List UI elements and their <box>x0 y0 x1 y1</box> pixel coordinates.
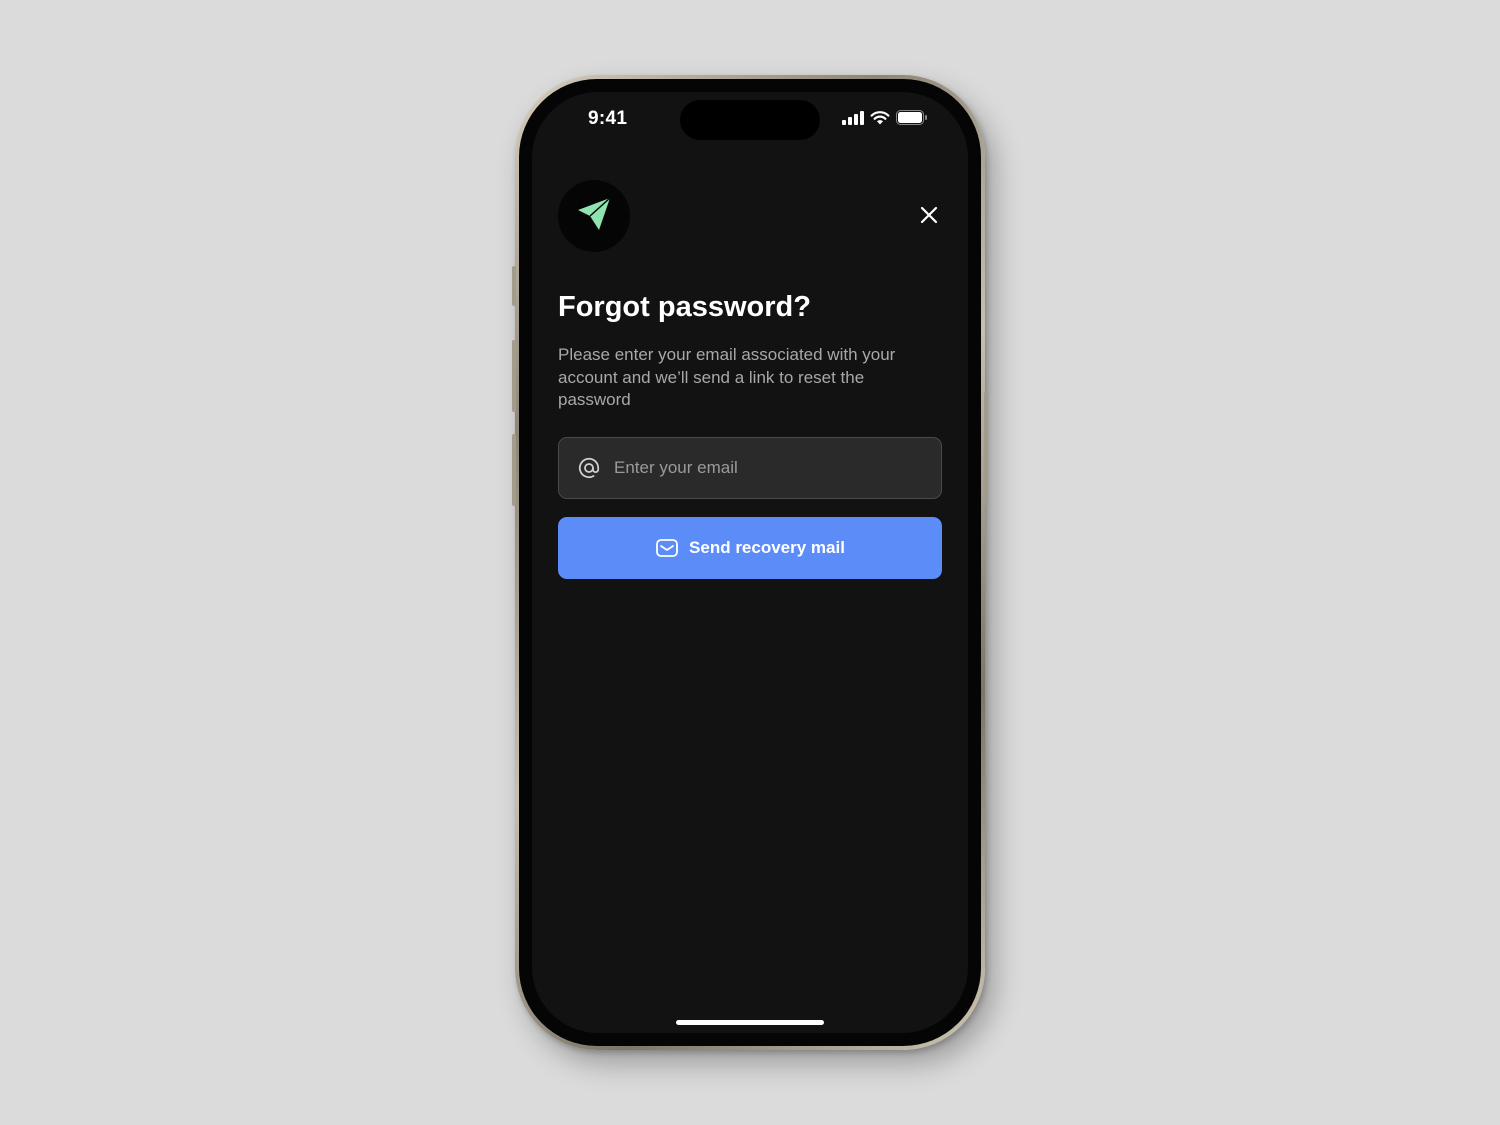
status-time: 9:41 <box>588 108 628 129</box>
volume-up-button <box>512 340 516 412</box>
close-button[interactable] <box>914 202 944 232</box>
battery-icon <box>896 110 928 130</box>
cellular-signal-icon <box>842 110 864 130</box>
action-button <box>512 266 516 306</box>
power-button <box>984 392 988 506</box>
at-sign-icon <box>578 457 600 479</box>
mail-icon <box>655 536 679 560</box>
volume-down-button <box>512 434 516 506</box>
email-field[interactable] <box>558 437 942 499</box>
home-indicator[interactable] <box>676 1020 824 1025</box>
phone-screen: 9:41 Forgot password? Please enter your … <box>532 92 968 1033</box>
canvas-background: 9:41 Forgot password? Please enter your … <box>0 0 1500 1125</box>
send-recovery-mail-button[interactable]: Send recovery mail <box>558 517 942 579</box>
app-logo <box>558 180 630 252</box>
email-input[interactable] <box>612 457 936 479</box>
paper-plane-icon <box>574 194 614 239</box>
wifi-icon <box>870 110 890 130</box>
close-icon <box>920 206 938 229</box>
page-title: Forgot password? <box>558 291 811 323</box>
send-recovery-mail-label: Send recovery mail <box>689 538 845 557</box>
dynamic-island <box>680 100 820 140</box>
status-icons <box>842 110 928 130</box>
page-description: Please enter your email associated with … <box>558 345 896 409</box>
